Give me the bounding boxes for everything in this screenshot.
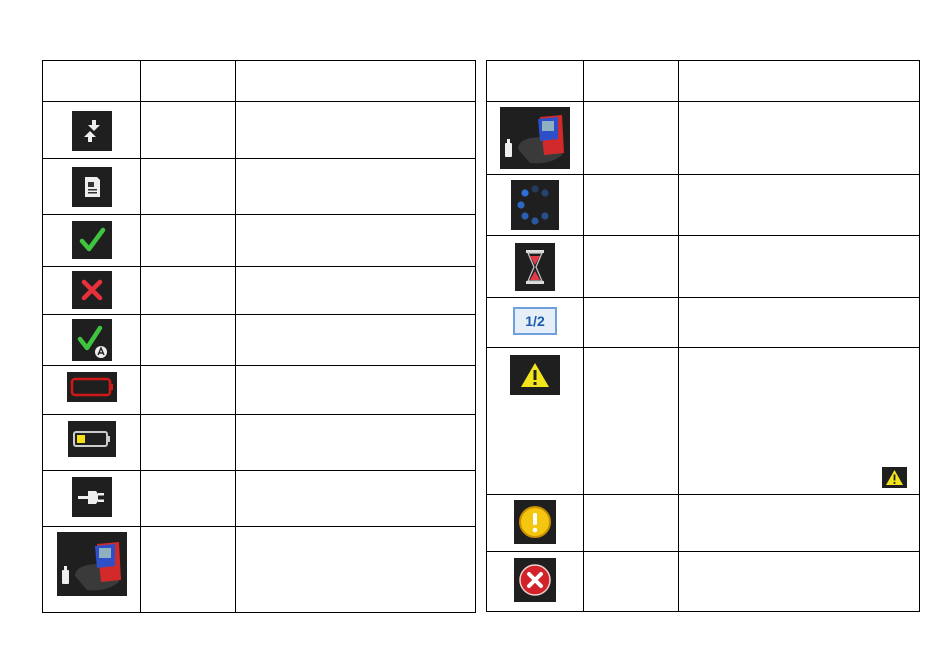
left-icon-table (42, 60, 476, 613)
row-label (140, 101, 236, 159)
row-description (678, 235, 920, 298)
row-description (678, 551, 920, 612)
table-row (42, 470, 476, 527)
table-row (486, 235, 920, 298)
document-icon (71, 167, 112, 207)
battery-empty-icon (66, 372, 117, 402)
row-label (583, 494, 679, 552)
page-counter-icon: 1/2 (513, 307, 557, 335)
table-header-row (42, 60, 476, 102)
row-label (583, 174, 679, 236)
table-row (42, 314, 476, 366)
table-row (42, 365, 476, 415)
row-label (140, 414, 236, 471)
header-cell (42, 60, 141, 102)
row-description (678, 101, 920, 175)
warning-triangle-icon (510, 355, 560, 395)
row-description (678, 297, 920, 348)
header-cell (235, 60, 476, 102)
row-label (140, 470, 236, 527)
row-label (583, 551, 679, 612)
row-label (140, 314, 236, 366)
row-label (140, 158, 236, 215)
table-row (42, 414, 476, 471)
device-adapter-icon (56, 532, 127, 596)
row-description (678, 347, 920, 495)
row-label (583, 297, 679, 348)
table-row (42, 101, 476, 159)
row-description (235, 314, 476, 366)
row-label (140, 526, 236, 613)
loading-spinner-icon (511, 180, 559, 230)
table-row (486, 101, 920, 175)
row-label (583, 101, 679, 175)
cross-icon (71, 271, 112, 309)
row-description (678, 494, 920, 552)
table-row: 1/2 (486, 297, 920, 348)
error-circle-icon (514, 558, 556, 602)
page-counter-label: 1/2 (525, 313, 545, 329)
row-description (235, 266, 476, 315)
header-cell (140, 60, 236, 102)
table-row (42, 214, 476, 267)
table-header-row (486, 60, 920, 102)
row-description (235, 101, 476, 159)
row-label (140, 266, 236, 315)
table-row (486, 494, 920, 552)
row-description (235, 365, 476, 415)
sync-arrows-icon (71, 111, 112, 151)
right-icon-table: 1/2 (486, 60, 920, 612)
device-adapter-icon (500, 107, 570, 169)
table-row (42, 266, 476, 315)
row-label (140, 214, 236, 267)
header-cell (583, 60, 679, 102)
table-row (42, 158, 476, 215)
table-row (486, 551, 920, 612)
row-label (140, 365, 236, 415)
checkmark-icon (71, 221, 112, 259)
header-cell (486, 60, 584, 102)
row-description (235, 526, 476, 613)
table-row (486, 174, 920, 236)
row-description (235, 414, 476, 471)
header-cell (678, 60, 920, 102)
battery-low-icon (67, 421, 116, 457)
row-description (235, 470, 476, 527)
row-description (235, 158, 476, 215)
table-row (42, 526, 476, 613)
row-label (583, 347, 679, 495)
table-row (486, 347, 920, 495)
row-label (583, 235, 679, 298)
hourglass-icon (515, 243, 555, 291)
power-plug-icon (71, 477, 112, 517)
checkmark-auto-icon (71, 319, 112, 361)
inline-warning-icon (882, 467, 907, 488)
row-description (678, 174, 920, 236)
info-exclamation-icon (514, 500, 556, 544)
row-description (235, 214, 476, 267)
